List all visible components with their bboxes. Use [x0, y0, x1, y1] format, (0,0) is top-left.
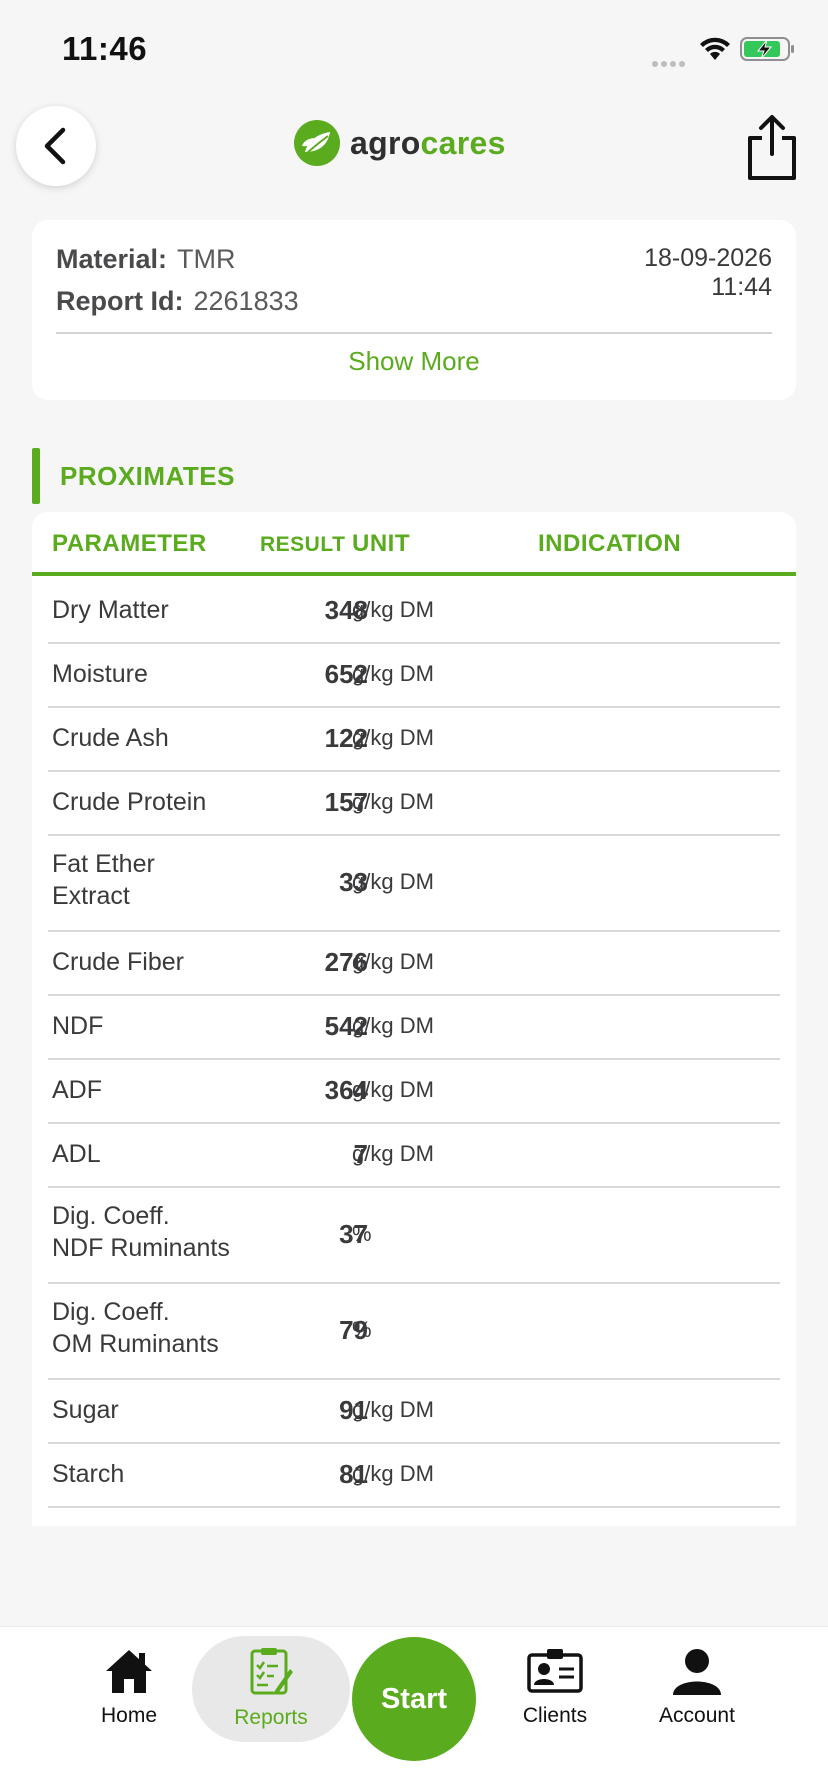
parameter-name: NDF — [52, 1012, 104, 1040]
bottom-tab-bar: Home Reports Start Clients Account — [0, 1626, 828, 1792]
report-datetime: 18-09-2026 11:44 — [644, 244, 772, 302]
tab-home-label: Home — [100, 1704, 158, 1727]
table-body: Dry Matter 348 g/kg DM Moisture 652 g/kg DM Cr… — [32, 578, 796, 1508]
table-row: Crude Ash 122 g/kg DM — [32, 706, 796, 772]
table-row: Crude Protein 157 g/kg DM — [32, 770, 796, 836]
parameter-name: Moisture — [52, 660, 148, 688]
chevron-left-icon — [44, 127, 66, 165]
parameter-name: Dig. Coeff. OM Ruminants — [52, 1298, 219, 1358]
parameter-name: Dry Matter — [52, 596, 169, 624]
material-row: Material: TMR — [56, 244, 236, 275]
result-unit: g/kg DM — [352, 1397, 434, 1422]
tab-home[interactable]: Home — [64, 1647, 194, 1728]
report-date: 18-09-2026 — [644, 244, 772, 272]
show-more-link[interactable]: Show More — [32, 346, 796, 377]
tab-account[interactable]: Account — [632, 1647, 762, 1728]
section-accent-bar — [32, 448, 40, 504]
app-header: agrocares — [0, 100, 828, 200]
result-unit: g/kg DM — [352, 725, 434, 750]
reports-icon — [250, 1648, 293, 1695]
parameter-name: Crude Ash — [52, 724, 169, 752]
result-unit: g/kg DM — [352, 1077, 434, 1102]
header-parameter: PARAMETER — [52, 530, 207, 557]
table-row: Crude Fiber 276 g/kg DM — [32, 930, 796, 996]
table-row: Sugar 91 g/kg DM — [32, 1378, 796, 1444]
clients-icon — [527, 1649, 583, 1693]
result-unit: g/kg DM — [352, 949, 434, 974]
results-table: PARAMETER RESULT UNIT INDICATION Dry Mat… — [32, 512, 796, 1526]
parameter-name: Fat Ether Extract — [52, 850, 155, 910]
leaf-logo-icon — [294, 120, 340, 166]
tab-clients-label: Clients — [522, 1704, 588, 1727]
parameter-name: ADF — [52, 1076, 102, 1104]
tab-reports[interactable]: Reports — [192, 1636, 350, 1742]
start-button[interactable]: Start — [352, 1637, 476, 1761]
result-unit: g/kg DM — [352, 661, 434, 686]
table-header: PARAMETER RESULT UNIT INDICATION — [32, 512, 796, 576]
battery-charging-icon — [740, 37, 794, 61]
report-info-card: Material: TMR Report Id: 2261833 18-09-202… — [32, 220, 796, 400]
result-unit: g/kg DM — [352, 1461, 434, 1486]
table-row: NDF 542 g/kg DM — [32, 994, 796, 1060]
row-divider — [48, 1506, 780, 1508]
share-button[interactable] — [742, 112, 802, 182]
tab-account-label: Account — [659, 1704, 735, 1727]
account-icon — [673, 1649, 721, 1695]
result-unit: g/kg DM — [352, 789, 434, 814]
table-row: Starch 81 g/kg DM — [32, 1442, 796, 1508]
report-id-value: 2261833 — [193, 286, 299, 316]
result-unit: g/kg DM — [352, 1013, 434, 1038]
result-unit: % — [352, 1317, 372, 1342]
parameter-name: ADL — [52, 1140, 101, 1168]
material-label: Material: — [56, 244, 168, 274]
table-row: Dig. Coeff. NDF Ruminants 37% — [32, 1186, 796, 1284]
table-row: Fat Ether Extract 33 g/kg DM — [32, 834, 796, 932]
report-id-row: Report Id: 2261833 — [56, 286, 299, 317]
tab-reports-label: Reports — [234, 1706, 308, 1729]
material-value: TMR — [177, 244, 236, 274]
report-id-label: Report Id: — [56, 286, 184, 316]
result-unit: g/kg DM — [352, 1141, 434, 1166]
header-unit: UNIT — [352, 530, 410, 557]
wifi-icon — [700, 37, 730, 60]
parameter-name: Crude Fiber — [52, 948, 184, 976]
table-row: Dig. Coeff. OM Ruminants 79% — [32, 1282, 796, 1380]
back-button[interactable] — [16, 106, 96, 186]
status-time: 11:46 — [62, 30, 148, 67]
result-unit: g/kg DM — [352, 597, 434, 622]
parameter-name: Sugar — [52, 1396, 119, 1424]
tab-clients[interactable]: Clients — [490, 1647, 620, 1728]
section-title: PROXIMATES — [60, 461, 235, 491]
home-icon — [106, 1650, 152, 1693]
table-row: Dry Matter 348 g/kg DM — [32, 578, 796, 644]
header-indication: INDICATION — [538, 530, 682, 557]
header-result: RESULT — [260, 533, 346, 556]
parameter-name: Dig. Coeff. NDF Ruminants — [52, 1202, 230, 1262]
table-row: ADL 7 g/kg DM — [32, 1122, 796, 1188]
table-row: ADF 364 g/kg DM — [32, 1058, 796, 1124]
cellular-signal-icon — [652, 54, 692, 67]
agrocares-logo: agrocares — [292, 118, 506, 168]
report-time: 11:44 — [711, 273, 772, 301]
parameter-name: Starch — [52, 1460, 125, 1488]
result-unit: g/kg DM — [352, 869, 434, 894]
result-unit: % — [352, 1221, 372, 1246]
divider — [56, 332, 772, 334]
table-row: Moisture 652 g/kg DM — [32, 642, 796, 708]
parameter-name: Crude Protein — [52, 788, 207, 816]
share-icon — [748, 115, 796, 180]
status-bar: 11:46 — [0, 0, 828, 100]
logo-text: agrocares — [350, 124, 506, 161]
